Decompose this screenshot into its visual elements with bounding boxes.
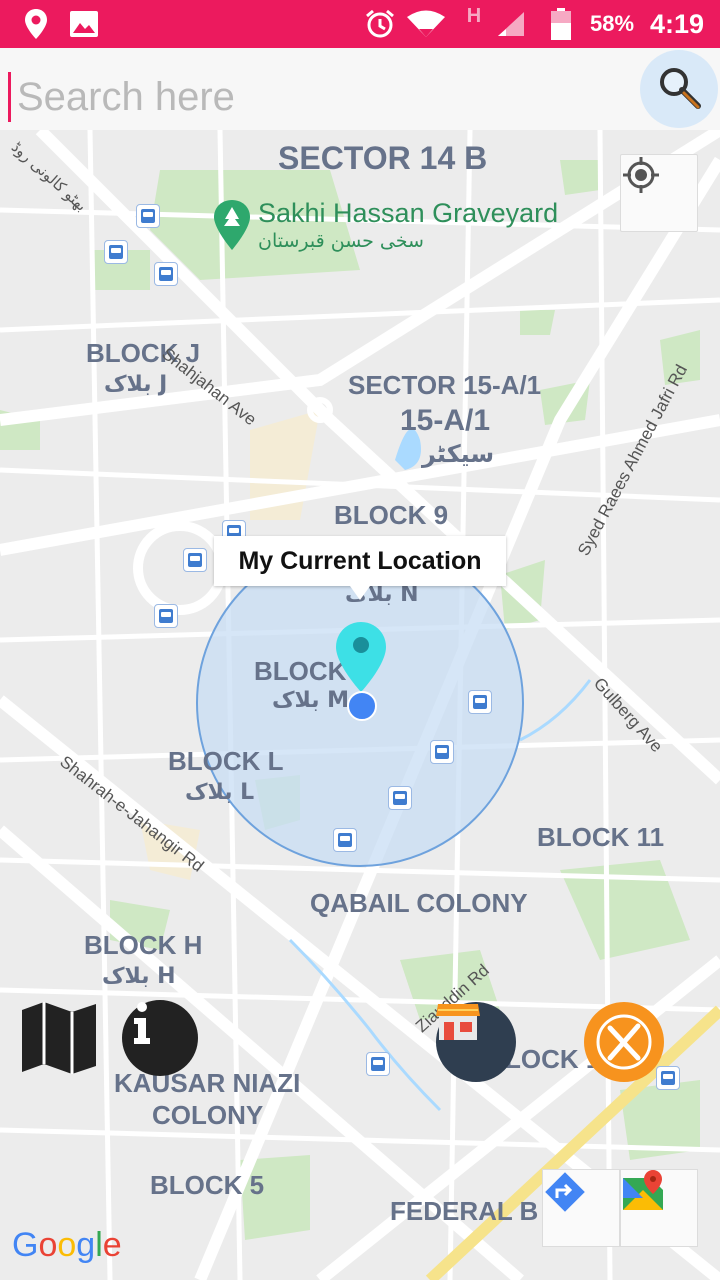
map-label-block-l-urdu: بلاک L (185, 780, 255, 805)
bus-stop-icon[interactable] (154, 604, 178, 628)
bus-stop-icon[interactable] (333, 828, 357, 852)
search-input[interactable] (8, 72, 617, 122)
google-letter: g (76, 1226, 96, 1264)
map-label-block-5: BLOCK 5 (150, 1170, 265, 1200)
map-label-kausar-niazi: KAUSAR NIAZI (114, 1068, 301, 1098)
map-label-block-9: BLOCK 9 (334, 500, 449, 530)
gallery-icon (68, 0, 100, 48)
search-icon (654, 62, 704, 117)
map-label-block-h-urdu: بلاک H (102, 964, 176, 989)
battery-icon (546, 0, 576, 48)
map-label-block-11: BLOCK 11 (537, 822, 665, 852)
bus-stop-icon[interactable] (154, 262, 178, 286)
wifi-icon (406, 0, 446, 48)
alarm-icon (362, 0, 398, 48)
map-toggle-button[interactable] (20, 1000, 100, 1080)
directions-button[interactable] (542, 1169, 620, 1247)
map-label-block-l: BLOCK L (168, 746, 284, 776)
map-label-block-h: BLOCK H (84, 930, 203, 960)
map-label-graveyard-urdu: سخی حسن قبرستان (258, 230, 424, 252)
network-signal-icon (496, 0, 526, 48)
map-label-block-j-urdu: بلاک J (104, 372, 168, 397)
google-maps-button[interactable] (620, 1169, 698, 1247)
bus-stop-icon[interactable] (468, 690, 492, 714)
map-label-sector-urdu: سیکٹر (422, 440, 495, 468)
current-location-callout[interactable]: My Current Location (214, 536, 506, 600)
google-letter: o (38, 1226, 58, 1264)
my-location-button[interactable] (620, 154, 698, 232)
network-type: H (466, 4, 482, 27)
status-bar: H 58% 4:19 (0, 0, 720, 48)
restaurant-button[interactable] (584, 1002, 664, 1082)
bus-stop-icon[interactable] (136, 204, 160, 228)
search-button[interactable] (640, 50, 718, 128)
google-letter: e (102, 1226, 122, 1264)
bus-stop-icon[interactable] (388, 786, 412, 810)
google-letter: o (57, 1226, 77, 1264)
bus-stop-icon[interactable] (430, 740, 454, 764)
map-label-sector-14b: SECTOR 14 B (278, 140, 488, 176)
store-button[interactable] (436, 1002, 516, 1082)
bus-stop-icon[interactable] (104, 240, 128, 264)
bus-stop-icon[interactable] (183, 548, 207, 572)
map-view[interactable]: SECTOR 14 B Sakhi Hassan Graveyard سخی ح… (0, 130, 720, 1280)
map-label-block-m: BLOCK (254, 656, 347, 686)
map-label-graveyard: Sakhi Hassan Graveyard (258, 198, 559, 228)
current-location-dot (347, 691, 377, 721)
google-letter: G (12, 1226, 39, 1264)
clock: 4:19 (649, 8, 705, 39)
map-label-qabail-colony: QABAIL COLONY (310, 888, 528, 918)
location-pin-icon (20, 0, 52, 48)
search-bar (0, 48, 720, 131)
bus-stop-icon[interactable] (366, 1052, 390, 1076)
battery-percent: 58% (589, 11, 635, 36)
google-attribution: Google (12, 1226, 122, 1265)
map-label-sector-15a1-sub: 15-A/1 (400, 404, 491, 437)
info-button[interactable] (122, 1000, 198, 1076)
map-label-colony: COLONY (152, 1100, 264, 1130)
google-letter: l (95, 1226, 103, 1264)
map-label-sector-15a1: SECTOR 15-A/1 (348, 370, 542, 400)
